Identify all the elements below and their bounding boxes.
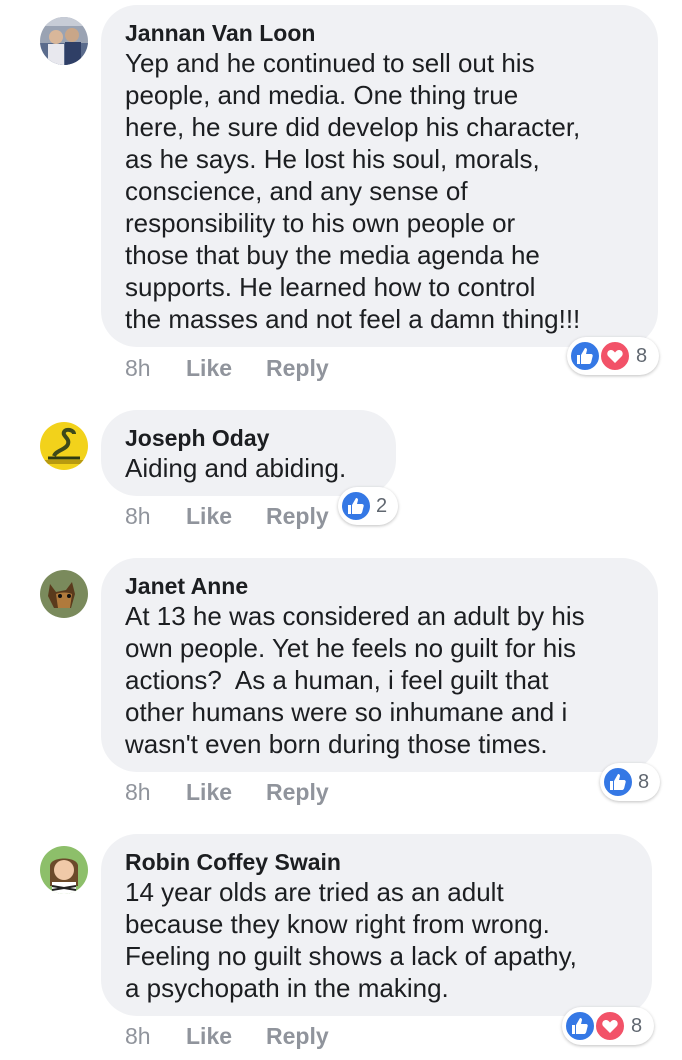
comment-text: 14 year olds are tried as an adult becau… (125, 877, 577, 1003)
thumbs-up-icon (340, 490, 372, 522)
comment-text: At 13 he was considered an adult by his … (125, 601, 585, 759)
reply-button[interactable]: Reply (266, 1022, 329, 1050)
reactions-badge[interactable]: 8 (562, 1007, 654, 1045)
reactions-badge[interactable]: 8 (600, 763, 660, 801)
avatar[interactable] (40, 422, 88, 470)
comment-text: Yep and he continued to sell out his peo… (125, 48, 581, 334)
reaction-count: 8 (636, 345, 648, 367)
comment-bubble: Jannan Van Loon Yep and he continued to … (101, 5, 658, 347)
reactions-badge[interactable]: 2 (338, 487, 398, 525)
comment-author[interactable]: Joseph Oday (125, 424, 372, 452)
heart-icon (594, 1010, 626, 1042)
comment-time[interactable]: 8h (125, 1022, 151, 1050)
comment-author[interactable]: Robin Coffey Swain (125, 848, 628, 876)
comment-time[interactable]: 8h (125, 778, 151, 806)
comment-bubble: Robin Coffey Swain 14 year olds are trie… (101, 834, 652, 1016)
comment-author[interactable]: Janet Anne (125, 572, 634, 600)
heart-icon (599, 340, 631, 372)
thumbs-up-icon (564, 1010, 596, 1042)
like-button[interactable]: Like (186, 502, 232, 530)
comment-time[interactable]: 8h (125, 502, 151, 530)
reply-button[interactable]: Reply (266, 354, 329, 382)
avatar[interactable] (40, 846, 88, 894)
reply-button[interactable]: Reply (266, 778, 329, 806)
reactions-badge[interactable]: 8 (567, 337, 659, 375)
reaction-count: 2 (376, 495, 388, 517)
comment-author[interactable]: Jannan Van Loon (125, 19, 634, 47)
like-button[interactable]: Like (186, 1022, 232, 1050)
thumbs-up-icon (602, 766, 634, 798)
comment-time[interactable]: 8h (125, 354, 151, 382)
avatar[interactable] (40, 17, 88, 65)
reply-button[interactable]: Reply (266, 502, 329, 530)
thumbs-up-icon (569, 340, 601, 372)
reaction-count: 8 (638, 771, 650, 793)
comment-bubble: Janet Anne At 13 he was considered an ad… (101, 558, 658, 772)
like-button[interactable]: Like (186, 778, 232, 806)
comment-text: Aiding and abiding. (125, 453, 347, 483)
comment-bubble: Joseph Oday Aiding and abiding. (101, 410, 396, 496)
like-button[interactable]: Like (186, 354, 232, 382)
reaction-count: 8 (631, 1015, 643, 1037)
avatar[interactable] (40, 570, 88, 618)
